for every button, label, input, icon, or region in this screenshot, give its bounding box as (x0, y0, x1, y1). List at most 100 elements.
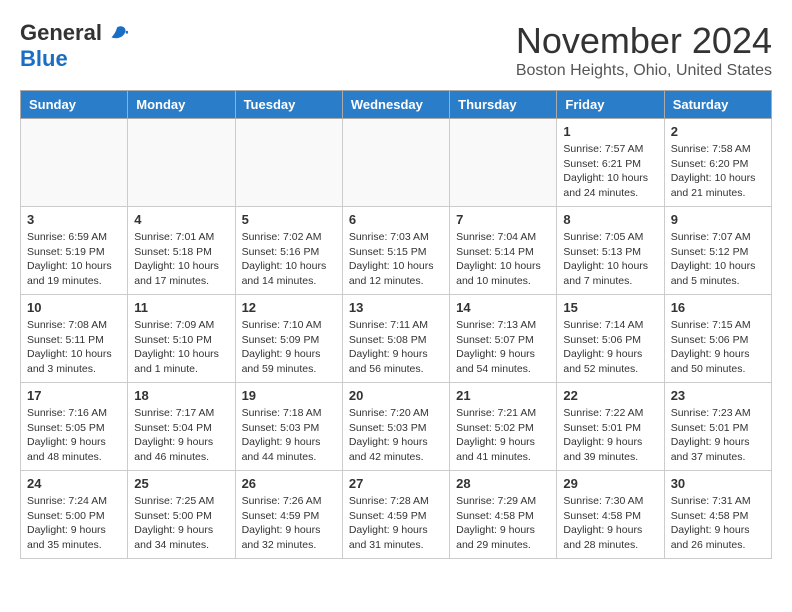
calendar-cell (21, 119, 128, 207)
day-info: Sunrise: 7:22 AM Sunset: 5:01 PM Dayligh… (563, 406, 657, 465)
day-info: Sunrise: 7:25 AM Sunset: 5:00 PM Dayligh… (134, 494, 228, 553)
calendar-weekday-header: Monday (128, 91, 235, 119)
day-number: 16 (671, 300, 765, 315)
calendar-cell: 3Sunrise: 6:59 AM Sunset: 5:19 PM Daylig… (21, 207, 128, 295)
month-title: November 2024 (516, 20, 772, 62)
calendar-cell (342, 119, 449, 207)
day-info: Sunrise: 7:15 AM Sunset: 5:06 PM Dayligh… (671, 318, 765, 377)
day-number: 9 (671, 212, 765, 227)
calendar-cell (235, 119, 342, 207)
day-number: 10 (27, 300, 121, 315)
location-text: Boston Heights, Ohio, United States (516, 62, 772, 80)
day-number: 26 (242, 476, 336, 491)
day-info: Sunrise: 7:03 AM Sunset: 5:15 PM Dayligh… (349, 230, 443, 289)
calendar-cell: 20 Sunrise: 7:20 AM Sunset: 5:03 PM Dayli… (342, 383, 449, 471)
calendar-cell: 17 Sunrise: 7:16 AM Sunset: 5:05 PM Dayli… (21, 383, 128, 471)
calendar-header-row: SundayMondayTuesdayWednesdayThursdayFrid… (21, 91, 772, 119)
day-number: 15 (563, 300, 657, 315)
day-number: 7 (456, 212, 550, 227)
calendar-weekday-header: Tuesday (235, 91, 342, 119)
calendar-cell: 18 Sunrise: 7:17 AM Sunset: 5:04 PM Dayli… (128, 383, 235, 471)
calendar-cell: 14 Sunrise: 7:13 AM Sunset: 5:07 PM Dayli… (450, 295, 557, 383)
day-info: Sunrise: 7:17 AM Sunset: 5:04 PM Dayligh… (134, 406, 228, 465)
calendar-cell: 7 Sunrise: 7:04 AM Sunset: 5:14 PM Daylig… (450, 207, 557, 295)
day-number: 17 (27, 388, 121, 403)
calendar-cell: 27 Sunrise: 7:28 AM Sunset: 4:59 PM Dayli… (342, 471, 449, 559)
day-number: 22 (563, 388, 657, 403)
day-number: 23 (671, 388, 765, 403)
day-info: Sunrise: 7:20 AM Sunset: 5:03 PM Dayligh… (349, 406, 443, 465)
logo: General Blue (20, 20, 128, 72)
calendar-cell: 15 Sunrise: 7:14 AM Sunset: 5:06 PM Dayli… (557, 295, 664, 383)
calendar-weekday-header: Friday (557, 91, 664, 119)
day-number: 11 (134, 300, 228, 315)
calendar-cell: 28Sunrise: 7:29 AM Sunset: 4:58 PM Dayli… (450, 471, 557, 559)
calendar-week-row: 10 Sunrise: 7:08 AM Sunset: 5:11 PM Dayli… (21, 295, 772, 383)
day-number: 30 (671, 476, 765, 491)
day-number: 6 (349, 212, 443, 227)
day-number: 8 (563, 212, 657, 227)
calendar-cell: 13Sunrise: 7:11 AM Sunset: 5:08 PM Dayli… (342, 295, 449, 383)
day-number: 5 (242, 212, 336, 227)
day-info: Sunrise: 7:30 AM Sunset: 4:58 PM Dayligh… (563, 494, 657, 553)
day-info: Sunrise: 7:14 AM Sunset: 5:06 PM Dayligh… (563, 318, 657, 377)
day-info: Sunrise: 7:13 AM Sunset: 5:07 PM Dayligh… (456, 318, 550, 377)
day-number: 12 (242, 300, 336, 315)
calendar-week-row: 1Sunrise: 7:57 AM Sunset: 6:21 PM Daylig… (21, 119, 772, 207)
day-info: Sunrise: 7:58 AM Sunset: 6:20 PM Dayligh… (671, 142, 765, 201)
calendar-cell: 4 Sunrise: 7:01 AM Sunset: 5:18 PM Daylig… (128, 207, 235, 295)
calendar-cell: 12 Sunrise: 7:10 AM Sunset: 5:09 PM Dayli… (235, 295, 342, 383)
day-number: 19 (242, 388, 336, 403)
calendar-cell: 23 Sunrise: 7:23 AM Sunset: 5:01 PM Dayli… (664, 383, 771, 471)
calendar-table: SundayMondayTuesdayWednesdayThursdayFrid… (20, 90, 772, 559)
day-info: Sunrise: 7:02 AM Sunset: 5:16 PM Dayligh… (242, 230, 336, 289)
day-info: Sunrise: 7:26 AM Sunset: 4:59 PM Dayligh… (242, 494, 336, 553)
day-info: Sunrise: 7:23 AM Sunset: 5:01 PM Dayligh… (671, 406, 765, 465)
day-number: 1 (563, 124, 657, 139)
day-info: Sunrise: 7:04 AM Sunset: 5:14 PM Dayligh… (456, 230, 550, 289)
day-info: Sunrise: 7:10 AM Sunset: 5:09 PM Dayligh… (242, 318, 336, 377)
day-number: 2 (671, 124, 765, 139)
calendar-cell: 19 Sunrise: 7:18 AM Sunset: 5:03 PM Dayli… (235, 383, 342, 471)
day-number: 28 (456, 476, 550, 491)
day-number: 25 (134, 476, 228, 491)
calendar-weekday-header: Wednesday (342, 91, 449, 119)
day-number: 14 (456, 300, 550, 315)
day-info: Sunrise: 7:16 AM Sunset: 5:05 PM Dayligh… (27, 406, 121, 465)
day-number: 18 (134, 388, 228, 403)
calendar-weekday-header: Saturday (664, 91, 771, 119)
day-info: Sunrise: 7:24 AM Sunset: 5:00 PM Dayligh… (27, 494, 121, 553)
calendar-cell (128, 119, 235, 207)
calendar-cell: 10 Sunrise: 7:08 AM Sunset: 5:11 PM Dayli… (21, 295, 128, 383)
calendar-cell: 11 Sunrise: 7:09 AM Sunset: 5:10 PM Dayli… (128, 295, 235, 383)
calendar-cell: 21Sunrise: 7:21 AM Sunset: 5:02 PM Dayli… (450, 383, 557, 471)
day-info: Sunrise: 7:07 AM Sunset: 5:12 PM Dayligh… (671, 230, 765, 289)
calendar-cell: 25 Sunrise: 7:25 AM Sunset: 5:00 PM Dayli… (128, 471, 235, 559)
day-number: 24 (27, 476, 121, 491)
calendar-cell: 22 Sunrise: 7:22 AM Sunset: 5:01 PM Dayli… (557, 383, 664, 471)
title-section: November 2024 Boston Heights, Ohio, Unit… (516, 20, 772, 80)
day-info: Sunrise: 7:31 AM Sunset: 4:58 PM Dayligh… (671, 494, 765, 553)
logo-blue-text: Blue (20, 46, 68, 72)
calendar-cell: 30 Sunrise: 7:31 AM Sunset: 4:58 PM Dayli… (664, 471, 771, 559)
day-info: Sunrise: 7:18 AM Sunset: 5:03 PM Dayligh… (242, 406, 336, 465)
day-info: Sunrise: 7:05 AM Sunset: 5:13 PM Dayligh… (563, 230, 657, 289)
day-number: 20 (349, 388, 443, 403)
day-number: 27 (349, 476, 443, 491)
page-header: General Blue November 2024 Boston Height… (20, 20, 772, 80)
calendar-cell: 16 Sunrise: 7:15 AM Sunset: 5:06 PM Dayli… (664, 295, 771, 383)
day-number: 4 (134, 212, 228, 227)
day-info: Sunrise: 7:08 AM Sunset: 5:11 PM Dayligh… (27, 318, 121, 377)
calendar-week-row: 3Sunrise: 6:59 AM Sunset: 5:19 PM Daylig… (21, 207, 772, 295)
day-info: Sunrise: 7:21 AM Sunset: 5:02 PM Dayligh… (456, 406, 550, 465)
calendar-cell: 9 Sunrise: 7:07 AM Sunset: 5:12 PM Daylig… (664, 207, 771, 295)
calendar-week-row: 24 Sunrise: 7:24 AM Sunset: 5:00 PM Dayli… (21, 471, 772, 559)
calendar-cell: 6 Sunrise: 7:03 AM Sunset: 5:15 PM Daylig… (342, 207, 449, 295)
calendar-cell (450, 119, 557, 207)
day-info: Sunrise: 7:01 AM Sunset: 5:18 PM Dayligh… (134, 230, 228, 289)
calendar-weekday-header: Sunday (21, 91, 128, 119)
logo-bird-icon (106, 22, 128, 44)
day-info: Sunrise: 7:09 AM Sunset: 5:10 PM Dayligh… (134, 318, 228, 377)
calendar-cell: 1Sunrise: 7:57 AM Sunset: 6:21 PM Daylig… (557, 119, 664, 207)
day-info: Sunrise: 7:28 AM Sunset: 4:59 PM Dayligh… (349, 494, 443, 553)
